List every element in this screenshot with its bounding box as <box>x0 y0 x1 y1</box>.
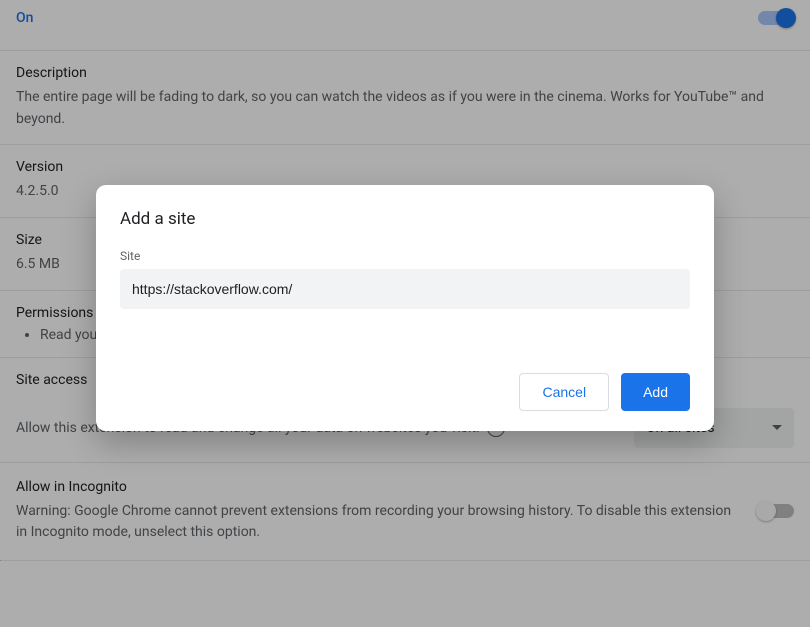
site-field-label: Site <box>120 249 690 263</box>
cancel-button[interactable]: Cancel <box>519 373 609 411</box>
dialog-title: Add a site <box>120 209 690 229</box>
site-url-input[interactable] <box>120 269 690 309</box>
add-site-dialog: Add a site Site Cancel Add <box>96 185 714 431</box>
modal-scrim[interactable]: Add a site Site Cancel Add <box>0 0 810 627</box>
dialog-actions: Cancel Add <box>120 373 690 411</box>
add-button[interactable]: Add <box>621 373 690 411</box>
